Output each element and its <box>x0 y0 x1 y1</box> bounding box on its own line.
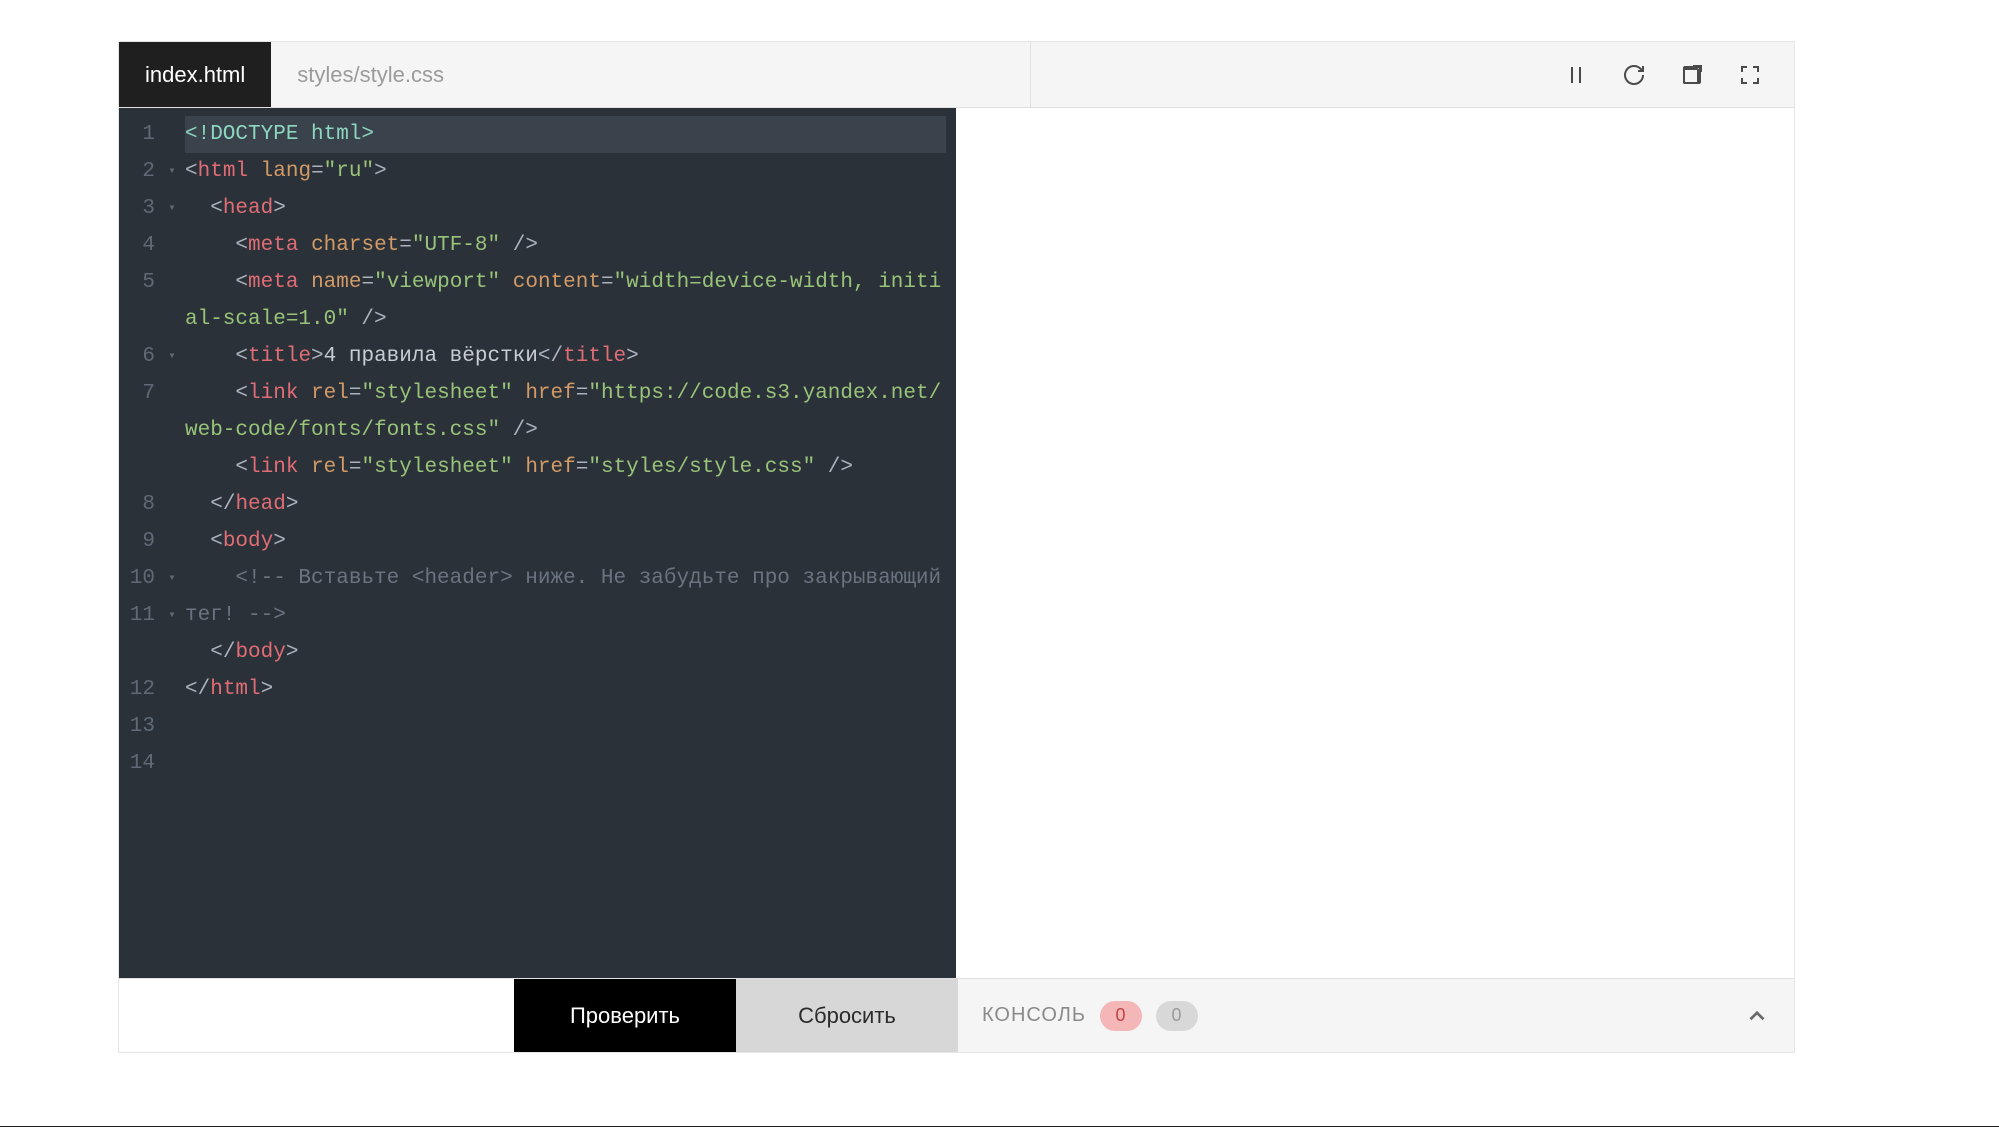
fold-toggle-icon[interactable]: ▾ <box>165 190 179 227</box>
fold-spacer <box>165 523 179 560</box>
main-split: 12345 67 891011 121314 ▾▾▾▾▾ <!DOCTYPE h… <box>119 108 1794 978</box>
bottombar-spacer <box>119 979 514 1052</box>
line-number: 4 <box>119 227 165 264</box>
pause-icon[interactable] <box>1562 61 1590 89</box>
line-number: 10 <box>119 560 165 597</box>
line-number: 12 <box>119 671 165 708</box>
fold-spacer <box>165 745 179 782</box>
reload-icon[interactable] <box>1620 61 1648 89</box>
line-number: 7 <box>119 375 165 412</box>
code-line[interactable] <box>185 708 946 745</box>
line-number: 13 <box>119 708 165 745</box>
code-line[interactable]: <link rel="stylesheet" href="styles/styl… <box>185 449 946 486</box>
code-line[interactable]: <!DOCTYPE html> <box>185 116 946 153</box>
line-number: 9 <box>119 523 165 560</box>
fold-spacer <box>165 264 179 301</box>
tab-index-html[interactable]: index.html <box>119 42 271 107</box>
fold-spacer <box>165 375 179 412</box>
code-line[interactable]: <meta name="viewport" content="width=dev… <box>185 264 946 338</box>
fullscreen-icon[interactable] <box>1736 61 1764 89</box>
fold-spacer <box>165 116 179 153</box>
line-number: 5 <box>119 264 165 301</box>
code-line[interactable]: <title>4 правила вёрстки</title> <box>185 338 946 375</box>
open-new-tab-icon[interactable] <box>1678 61 1706 89</box>
warning-count-badge: 0 <box>1156 1001 1198 1031</box>
code-line[interactable]: <meta charset="UTF-8" /> <box>185 227 946 264</box>
code-line[interactable]: <html lang="ru"> <box>185 153 946 190</box>
fold-spacer <box>165 671 179 708</box>
check-button[interactable]: Проверить <box>514 979 736 1052</box>
line-number: 6 <box>119 338 165 375</box>
fold-toggle-icon[interactable]: ▾ <box>165 597 179 634</box>
code-line[interactable]: </html> <box>185 671 946 708</box>
line-number: 2 <box>119 153 165 190</box>
fold-toggle-icon[interactable]: ▾ <box>165 338 179 375</box>
app-root: index.htmlstyles/style.css 12345 67 8910… <box>119 42 1794 1052</box>
code-line[interactable]: </body> <box>185 634 946 671</box>
code-line[interactable]: <!-- Вставьте <header> ниже. Не забудьте… <box>185 560 946 634</box>
topbar-divider <box>1030 42 1031 108</box>
fold-spacer <box>165 486 179 523</box>
toolbar-actions <box>1562 42 1794 107</box>
file-tabs: index.htmlstyles/style.css <box>119 42 470 107</box>
code-content[interactable]: <!DOCTYPE html><html lang="ru"> <head> <… <box>179 108 956 978</box>
reset-button[interactable]: Сбросить <box>736 979 958 1052</box>
code-line[interactable]: </head> <box>185 486 946 523</box>
topbar: index.htmlstyles/style.css <box>119 42 1794 108</box>
console-label: КОНСОЛЬ <box>982 1004 1086 1027</box>
code-line[interactable]: <head> <box>185 190 946 227</box>
console-panel-header[interactable]: КОНСОЛЬ 0 0 <box>958 979 1198 1052</box>
line-number: 8 <box>119 486 165 523</box>
preview-pane <box>956 108 1794 978</box>
fold-spacer <box>165 227 179 264</box>
line-number: 14 <box>119 745 165 782</box>
code-line[interactable]: <body> <box>185 523 946 560</box>
fold-toggle-icon[interactable]: ▾ <box>165 560 179 597</box>
line-number: 11 <box>119 597 165 634</box>
line-number: 3 <box>119 190 165 227</box>
fold-toggle-icon[interactable]: ▾ <box>165 153 179 190</box>
code-editor[interactable]: 12345 67 891011 121314 ▾▾▾▾▾ <!DOCTYPE h… <box>119 108 956 978</box>
tab-styles-style-css[interactable]: styles/style.css <box>271 42 470 107</box>
error-count-badge: 0 <box>1100 1001 1142 1031</box>
chevron-up-icon[interactable] <box>1720 979 1794 1052</box>
bottombar: Проверить Сбросить КОНСОЛЬ 0 0 <box>119 978 1794 1052</box>
line-gutter: 12345 67 891011 121314 <box>119 108 165 978</box>
code-line[interactable]: <link rel="stylesheet" href="https://cod… <box>185 375 946 449</box>
fold-spacer <box>165 708 179 745</box>
page-divider <box>0 1126 1999 1127</box>
fold-gutter: ▾▾▾▾▾ <box>165 108 179 978</box>
line-number: 1 <box>119 116 165 153</box>
